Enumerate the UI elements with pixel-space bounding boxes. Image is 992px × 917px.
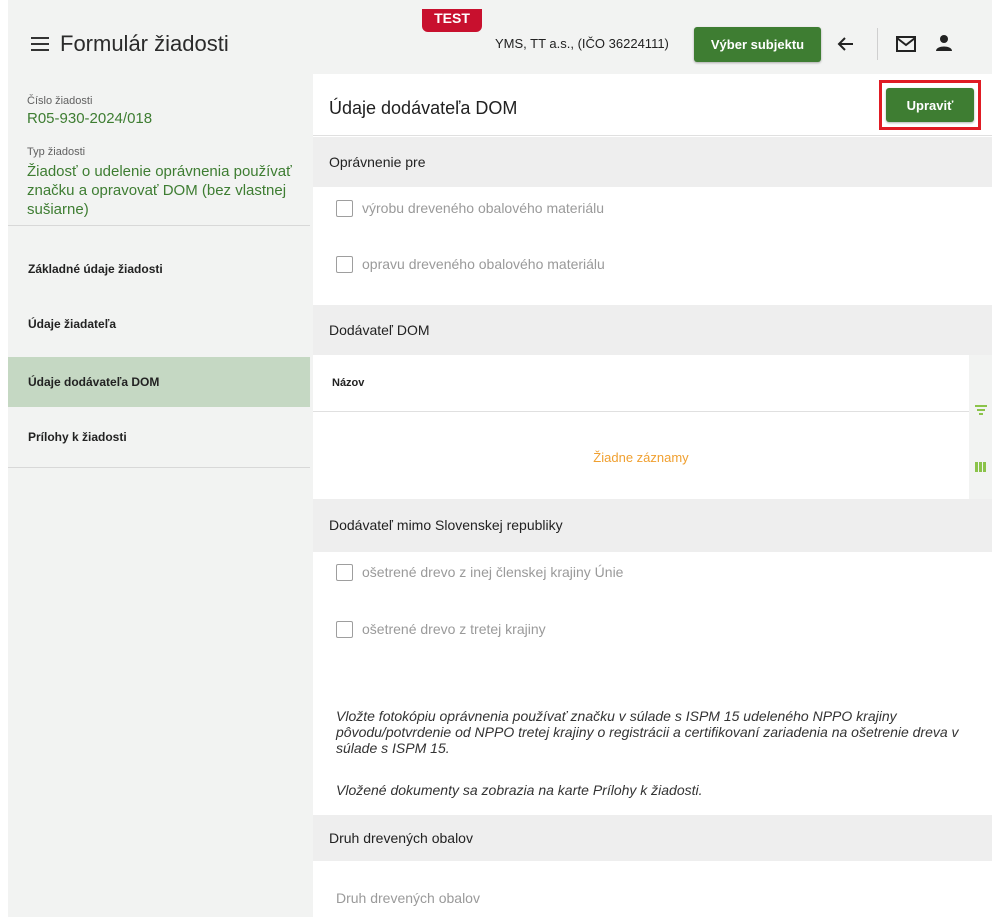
checkbox[interactable]: [336, 620, 353, 638]
checkbox-repair[interactable]: opravu dreveného obalového materiálu: [336, 254, 605, 274]
table-toolbar: [969, 355, 992, 499]
header-divider: [877, 28, 878, 60]
edit-button-highlight: Upraviť: [879, 80, 981, 130]
checkbox-label: ošetrené drevo z tretej krajiny: [362, 621, 546, 637]
checkbox-label: výrobu dreveného obalového materiálu: [362, 200, 605, 216]
checkbox[interactable]: [336, 199, 353, 217]
page-title: Údaje dodávateľa DOM: [329, 98, 518, 118]
empty-table-message: Žiadne záznamy: [593, 450, 689, 465]
checkbox[interactable]: [336, 255, 353, 273]
packaging-field[interactable]: Druh drevených obalov: [336, 890, 480, 906]
supplier-heading: Dodávateľ DOM: [313, 305, 992, 355]
attachments-note: Vložené dokumenty sa zobrazia na karte P…: [336, 782, 703, 798]
sidebar-item-applicant[interactable]: Údaje žiadateľa: [8, 299, 310, 349]
sidebar-divider: [8, 225, 310, 226]
packaging-heading: Druh drevených obalov: [313, 815, 992, 861]
checkbox-eu-wood[interactable]: ošetrené drevo z inej členskej krajiny Ú…: [336, 562, 623, 582]
sidebar-divider: [8, 467, 310, 468]
request-type-block: Typ žiadosti Žiadosť o udelenie oprávnen…: [27, 146, 303, 219]
request-number-label: Číslo žiadosti: [27, 95, 93, 107]
request-number-block: Číslo žiadosti R05-930-2024/018: [27, 95, 152, 127]
columns-icon[interactable]: [975, 462, 986, 472]
menu-icon[interactable]: [31, 37, 49, 51]
app-window: Formulár žiadosti TEST YMS, TT a.s., (IČ…: [8, 0, 992, 917]
ispm-note: Vložte fotokópiu oprávnenia používať zna…: [336, 708, 959, 756]
request-type: Žiadosť o udelenie oprávnenia používať z…: [27, 163, 292, 218]
mail-icon[interactable]: [895, 35, 917, 53]
checkbox-label: opravu dreveného obalového materiálu: [362, 256, 605, 272]
sidebar: Číslo žiadosti R05-930-2024/018 Typ žiad…: [8, 74, 310, 917]
supplier-table-header: Názov: [313, 355, 969, 412]
current-subject: YMS, TT a.s., (IČO 36224111): [495, 36, 669, 51]
request-number: R05-930-2024/018: [27, 110, 153, 127]
checkbox-production[interactable]: výrobu dreveného obalového materiálu: [336, 198, 604, 218]
request-type-label: Typ žiadosti: [27, 146, 86, 158]
sidebar-item-attachments[interactable]: Prílohy k žiadosti: [8, 412, 310, 462]
column-header-name[interactable]: Názov: [332, 377, 364, 389]
main-panel: Údaje dodávateľa DOM Upraviť Oprávnenie …: [313, 74, 992, 917]
sidebar-item-basic-info[interactable]: Základné údaje žiadosti: [8, 244, 310, 294]
app-title: Formulár žiadosti: [60, 31, 229, 56]
foreign-supplier-heading: Dodávateľ mimo Slovenskej republiky: [313, 499, 992, 552]
env-badge: TEST: [422, 9, 482, 32]
authorization-heading: Oprávnenie pre: [313, 137, 992, 187]
user-icon[interactable]: [934, 33, 954, 53]
select-subject-button[interactable]: Výber subjektu: [694, 27, 821, 62]
checkbox-label: ošetrené drevo z inej členskej krajiny Ú…: [362, 564, 624, 580]
filter-icon[interactable]: [975, 405, 987, 415]
checkbox-third-country-wood[interactable]: ošetrené drevo z tretej krajiny: [336, 619, 546, 639]
top-header: Formulár žiadosti TEST YMS, TT a.s., (IČ…: [8, 0, 992, 74]
arrow-left-icon[interactable]: [835, 33, 857, 55]
title-bar: Údaje dodávateľa DOM Upraviť: [313, 74, 992, 136]
checkbox[interactable]: [336, 563, 353, 581]
edit-button[interactable]: Upraviť: [886, 88, 974, 122]
sidebar-item-supplier[interactable]: Údaje dodávateľa DOM: [8, 357, 310, 407]
